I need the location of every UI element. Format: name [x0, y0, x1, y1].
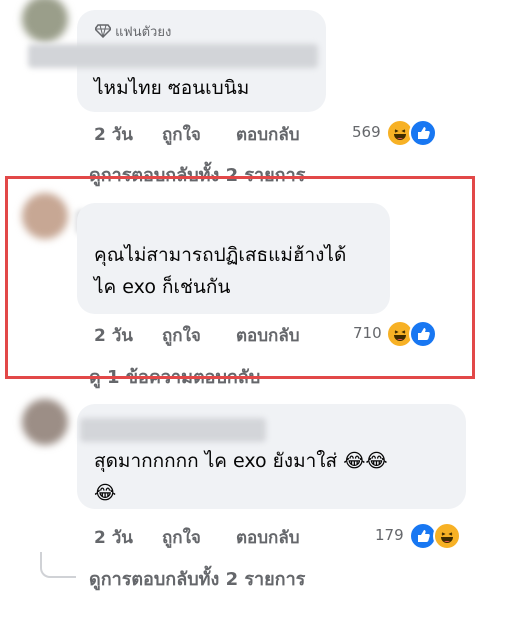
- haha-reaction-icon: [433, 522, 461, 550]
- avatar[interactable]: [22, 399, 68, 445]
- reaction-count[interactable]: 179: [375, 526, 404, 544]
- reply-thread-line: [40, 552, 76, 578]
- like-reaction-icon: [409, 119, 437, 147]
- like-button[interactable]: ถูกใจ: [162, 121, 201, 148]
- comment-text-line: ไหมไทย ซอนเบนิม: [94, 77, 250, 99]
- reply-button[interactable]: ตอบกลับ: [236, 524, 300, 551]
- fan-badge-label: แฟนตัวยง: [115, 25, 172, 40]
- reaction-count[interactable]: 569: [352, 123, 381, 141]
- author-name[interactable]: [80, 418, 266, 442]
- timestamp[interactable]: 2 วัน: [94, 524, 133, 551]
- highlight-box: [5, 176, 475, 379]
- view-replies-link[interactable]: ดูการตอบกลับทั้ง 2 รายการ: [89, 564, 305, 593]
- like-button[interactable]: ถูกใจ: [162, 524, 201, 551]
- reply-button[interactable]: ตอบกลับ: [236, 121, 300, 148]
- comment-text-line: สุดมากกกกก ไค exo ยังมาใส่ 😂😂: [94, 450, 388, 472]
- author-name[interactable]: [28, 44, 318, 68]
- timestamp[interactable]: 2 วัน: [94, 121, 133, 148]
- diamond-icon: [94, 24, 112, 39]
- avatar[interactable]: [22, 0, 68, 42]
- comment-text-line: 😂: [94, 482, 117, 504]
- fan-badge: แฟนตัวยง: [94, 21, 172, 42]
